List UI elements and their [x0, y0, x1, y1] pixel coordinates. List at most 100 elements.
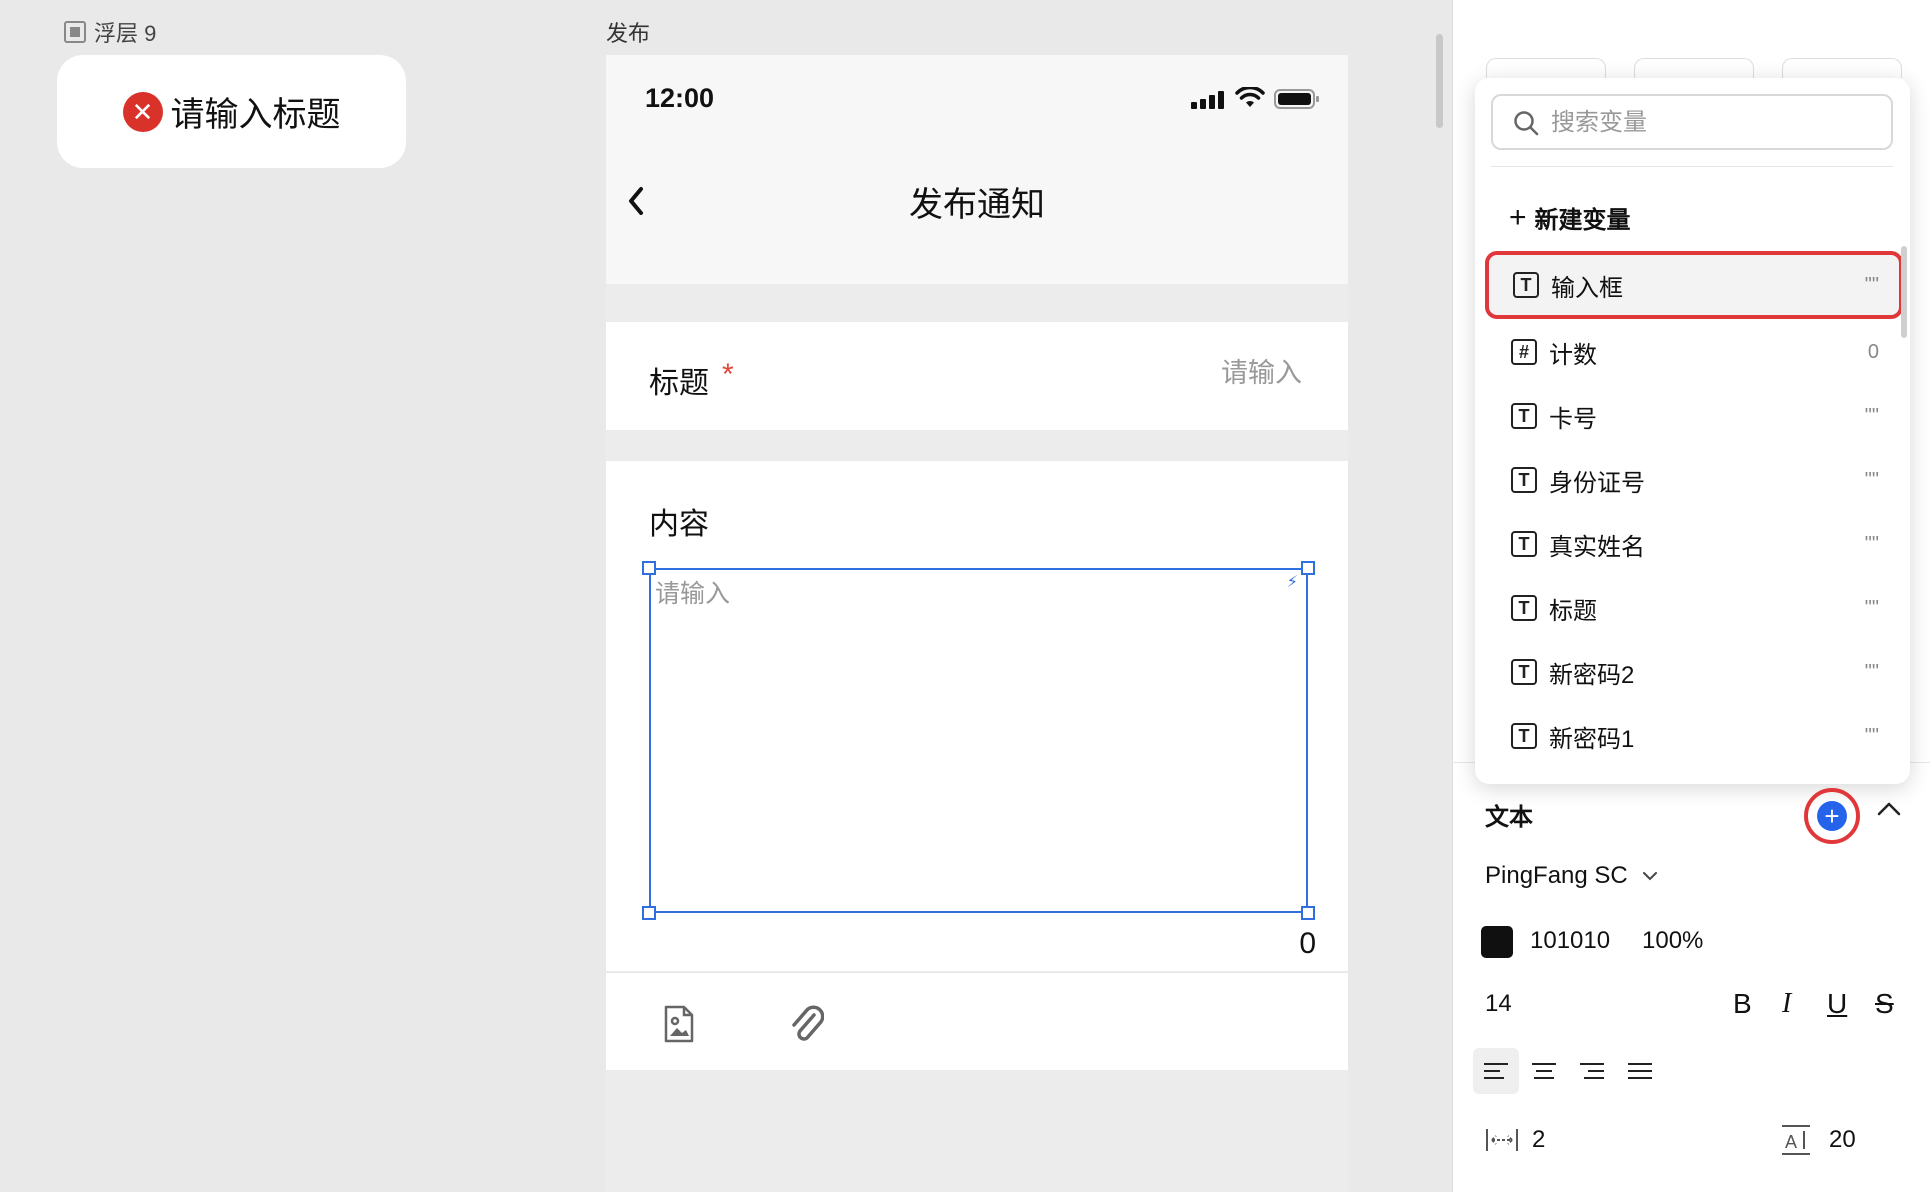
variable-name: 输入框 — [1551, 274, 1623, 302]
font-size-value[interactable]: 14 — [1485, 990, 1512, 1018]
wifi-icon — [1235, 87, 1265, 107]
variable-value: "" — [1864, 404, 1879, 427]
variable-picker-dropdown: + 新建变量 T 输入框 "" # 计数 0 T 卡号 "" T 身份证号 ""… — [1475, 78, 1910, 784]
dropdown-scrollbar[interactable] — [1901, 246, 1907, 338]
align-left-button[interactable] — [1473, 1048, 1519, 1094]
panel-tab-2[interactable] — [1634, 58, 1754, 78]
resize-handle-bottom-left[interactable] — [642, 906, 656, 920]
error-toast[interactable]: ✕ 请输入标题 — [57, 55, 406, 168]
paperclip-icon[interactable] — [788, 1003, 824, 1043]
status-bar: 12:00 — [606, 55, 1348, 141]
plus-icon: + — [1509, 200, 1527, 234]
variable-search-input[interactable] — [1551, 106, 1871, 140]
toast-text: 请输入标题 — [170, 96, 341, 134]
variable-value: "" — [1864, 596, 1879, 619]
line-height-icon: A — [1782, 1125, 1810, 1155]
variable-name: 标题 — [1549, 597, 1597, 625]
italic-button[interactable]: I — [1782, 988, 1791, 1020]
bolt-icon: ⚡ — [1286, 574, 1298, 591]
error-close-icon: ✕ — [122, 91, 163, 132]
panel-tab-3[interactable] — [1782, 58, 1902, 78]
number-type-icon: # — [1511, 339, 1537, 365]
status-time: 12:00 — [645, 83, 715, 113]
strikethrough-button[interactable]: S — [1875, 988, 1894, 1020]
align-right-button[interactable] — [1569, 1048, 1615, 1094]
nav-bar: 发布通知 — [606, 141, 1348, 284]
align-center-button[interactable] — [1521, 1048, 1567, 1094]
bind-variable-button[interactable]: + — [1804, 788, 1860, 844]
variable-item-selected[interactable]: T 输入框 "" — [1485, 251, 1903, 319]
required-mark: * — [722, 358, 734, 391]
frame-label[interactable]: 发布 — [606, 16, 650, 48]
variable-name: 新密码2 — [1549, 661, 1635, 689]
variable-value: "" — [1864, 724, 1879, 747]
text-type-icon: T — [1511, 723, 1537, 749]
layer-label-text: 浮层 9 — [94, 21, 157, 46]
variable-item[interactable]: T 新密码2 "" — [1487, 642, 1899, 702]
variable-value: "" — [1864, 532, 1879, 555]
text-type-icon: T — [1511, 659, 1537, 685]
search-icon — [1514, 111, 1539, 136]
letter-spacing-value[interactable]: 2 — [1532, 1126, 1545, 1154]
variable-item[interactable]: T 真实姓名 "" — [1487, 514, 1899, 574]
battery-icon — [1274, 89, 1319, 109]
resize-handle-bottom-right[interactable] — [1301, 906, 1315, 920]
bold-button[interactable]: B — [1733, 988, 1752, 1020]
underline-button[interactable]: U — [1827, 988, 1847, 1020]
new-variable-label: 新建变量 — [1534, 207, 1631, 234]
title-input[interactable] — [1002, 358, 1302, 389]
text-color-hex[interactable]: 101010 — [1530, 927, 1610, 955]
content-textarea[interactable] — [651, 570, 1306, 911]
resize-handle-top-left[interactable] — [642, 561, 656, 575]
title-form-row: 标题 * — [606, 322, 1348, 430]
signal-icon — [1191, 91, 1224, 109]
chevron-up-icon[interactable] — [1876, 800, 1902, 818]
variable-name: 卡号 — [1549, 405, 1597, 433]
attachment-toolbar — [606, 972, 1348, 1070]
image-icon[interactable] — [664, 1005, 694, 1043]
variable-item[interactable]: # 计数 0 — [1487, 322, 1899, 382]
variable-item[interactable]: T 身份证号 "" — [1487, 450, 1899, 510]
add-circle-icon: + — [1817, 801, 1847, 831]
variable-name: 真实姓名 — [1549, 533, 1645, 561]
layer-icon — [64, 21, 86, 43]
font-family-select[interactable]: PingFang SC — [1485, 862, 1658, 890]
variable-item[interactable]: T 新密码1 "" — [1487, 706, 1899, 766]
resize-handle-top-right[interactable] — [1301, 561, 1315, 575]
svg-text:A: A — [1785, 1132, 1797, 1152]
content-form-section: 内容 ⚡ 0 — [606, 461, 1348, 971]
canvas-scrollbar[interactable] — [1436, 34, 1443, 128]
variable-value: 0 — [1867, 340, 1879, 363]
char-count: 0 — [1299, 927, 1316, 960]
variable-search-box[interactable] — [1491, 94, 1893, 150]
layer-label[interactable]: 浮层 9 — [64, 16, 156, 48]
variable-value: "" — [1864, 660, 1879, 683]
letter-spacing-icon — [1486, 1129, 1518, 1151]
variable-name: 身份证号 — [1549, 469, 1645, 497]
variable-name: 新密码1 — [1549, 725, 1635, 753]
text-section-title: 文本 — [1485, 804, 1533, 831]
line-height-value[interactable]: 20 — [1829, 1126, 1856, 1154]
page-title: 发布通知 — [909, 186, 1045, 224]
font-family-value: PingFang SC — [1485, 862, 1628, 889]
new-variable-button[interactable]: + 新建变量 — [1509, 200, 1631, 235]
variable-value: "" — [1864, 273, 1879, 296]
chevron-down-icon — [1642, 872, 1657, 881]
text-type-icon: T — [1511, 467, 1537, 493]
panel-tab-1[interactable] — [1486, 58, 1606, 78]
text-type-icon: T — [1511, 403, 1537, 429]
search-divider — [1491, 166, 1893, 167]
content-textarea-selection[interactable]: ⚡ — [642, 561, 1315, 920]
text-type-icon: T — [1511, 595, 1537, 621]
text-color-swatch[interactable] — [1481, 926, 1513, 958]
variable-item[interactable]: T 卡号 "" — [1487, 386, 1899, 446]
align-justify-button[interactable] — [1617, 1048, 1663, 1094]
text-color-opacity[interactable]: 100% — [1642, 927, 1703, 955]
text-type-icon: T — [1513, 272, 1539, 298]
phone-frame[interactable]: 12:00 发布通知 标题 * 内容 ⚡ — [606, 55, 1348, 1192]
variable-item[interactable]: T 标题 "" — [1487, 578, 1899, 638]
content-label: 内容 — [649, 508, 709, 541]
variable-value: "" — [1864, 468, 1879, 491]
text-type-icon: T — [1511, 531, 1537, 557]
variable-name: 计数 — [1549, 341, 1597, 369]
